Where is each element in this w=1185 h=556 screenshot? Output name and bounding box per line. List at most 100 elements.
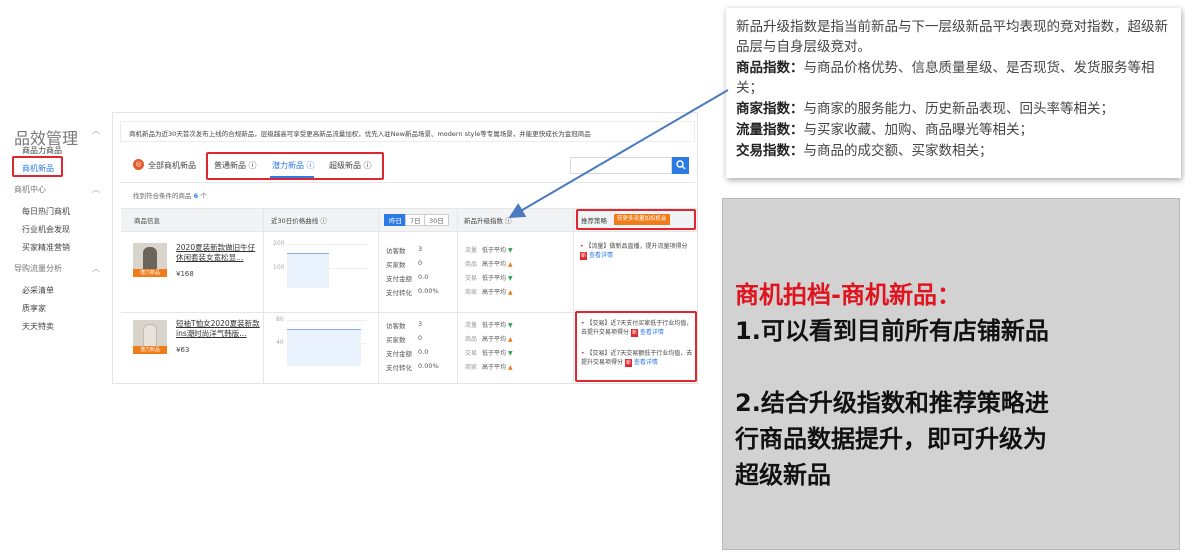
explanation-item: 商品指数：与商品价格优势、信息质量星级、是否现货、发货服务等相关；: [736, 60, 1155, 96]
stat-value: 0.00%: [418, 287, 439, 295]
index-value: 高于平均 ▲: [482, 289, 513, 296]
product-name-link[interactable]: 短袖T恤女2020夏装新款ins潮时尚洋气韩版…: [176, 319, 262, 339]
tabs-highlight-box: [206, 152, 384, 180]
index-label: 商品: [465, 336, 478, 343]
product-thumbnail[interactable]: 潜力新品: [133, 320, 167, 354]
index-value: 高于平均 ▲: [482, 261, 513, 268]
index-value: 低于平均 ▼: [482, 247, 513, 254]
view-details-link[interactable]: 查看详情: [589, 252, 613, 259]
price-area: [287, 254, 329, 288]
sidebar-item-daily-sale[interactable]: 天天特卖: [22, 321, 54, 332]
price-trend-line: [287, 253, 329, 254]
product-thumbnail[interactable]: 潜力新品: [133, 243, 167, 277]
product-photo: [143, 324, 157, 348]
trend-down-icon: ▼: [507, 322, 513, 329]
callout-point-2: 2.结合升级指数和推荐策略进: [735, 389, 1049, 417]
stat-label: 买家数: [386, 261, 406, 269]
tab-all[interactable]: 全部商机新品: [148, 160, 196, 171]
explanation-item: 流量指数：与买家收藏、加购、商品曝光等相关；: [736, 122, 1033, 138]
stat-label: 支付转化: [386, 364, 412, 372]
column-divider: [457, 208, 458, 384]
thumb-tag: 潜力新品: [133, 346, 167, 354]
callout-point-2: 行商品数据提升，即可升级为: [735, 425, 1047, 453]
col-header-price-curve: 近30日价格曲线 ⓘ: [271, 217, 327, 225]
new-badge: 新: [580, 252, 588, 260]
explanation-item: 交易指数：与商品的成交额、买家数相关；: [736, 143, 993, 159]
index-label: 流量: [465, 322, 478, 329]
callout-point-1: 1.可以看到目前所有店铺新品: [735, 317, 1049, 345]
search-icon: [675, 160, 685, 170]
product-name-link[interactable]: 2020夏装新款做旧牛仔休闲套装女宽松显…: [176, 243, 262, 263]
all-products-icon: ◎: [133, 159, 144, 170]
stat-label: 支付金额: [386, 275, 412, 283]
period-yesterday[interactable]: 昨日: [384, 214, 407, 226]
summary-callout: 商机拍档-商机新品： 1.可以看到目前所有店铺新品 2.结合升级指数和推荐策略进…: [722, 198, 1180, 550]
grid-line: [287, 320, 367, 321]
stat-value: 0.00%: [418, 362, 439, 370]
index-label: 交易: [465, 275, 478, 282]
strategy-item: • 【流量】做新品直播，提升流量项得分 新 查看详情: [580, 243, 688, 260]
stat-value: 3: [418, 320, 423, 328]
trend-up-icon: ▲: [507, 336, 513, 343]
y-tick: 80: [276, 316, 284, 323]
index-label: 商家: [465, 289, 478, 296]
index-value: 低于平均 ▼: [482, 275, 513, 282]
stat-value: 3: [418, 245, 423, 253]
price-trend-line: [287, 329, 361, 330]
column-divider: [378, 208, 379, 384]
stat-label: 支付转化: [386, 289, 412, 297]
chevron-up-icon: ︿: [92, 264, 100, 273]
trend-down-icon: ▼: [507, 247, 513, 254]
callout-title: 商机拍档-商机新品：: [735, 281, 961, 309]
search-input[interactable]: [570, 157, 672, 174]
sidebar-group-guide-traffic[interactable]: 导购流量分析 ︿: [14, 263, 100, 274]
sidebar-item-product-power[interactable]: 商品力商品: [22, 145, 62, 156]
product-photo: [143, 247, 157, 271]
divider: [120, 182, 695, 183]
chevron-up-icon: ︿: [92, 185, 100, 194]
y-tick: 200: [273, 240, 285, 247]
chevron-up-icon: ︿: [92, 126, 100, 135]
y-tick: 40: [276, 339, 284, 346]
sidebar-item-daily-hot[interactable]: 每日热门商机: [22, 206, 70, 217]
index-label: 交易: [465, 350, 478, 357]
stat-label: 买家数: [386, 336, 406, 344]
grid-line: [287, 244, 367, 245]
stat-value: 0: [418, 259, 423, 267]
thumb-tag: 潜力新品: [133, 269, 167, 277]
y-tick: 100: [273, 264, 285, 271]
price-area: [287, 330, 361, 366]
stat-label: 支付金额: [386, 350, 412, 358]
stat-label: 访客数: [386, 247, 406, 255]
explanation-item: 商家指数：与商家的服务能力、历史新品表现、回头率等相关；: [736, 101, 1114, 117]
stat-value: 0.0: [418, 348, 429, 356]
sidebar-group-opportunity-center[interactable]: 商机中心 ︿: [14, 184, 100, 195]
index-label: 商品: [465, 261, 478, 268]
trend-up-icon: ▲: [507, 261, 513, 268]
period-30d[interactable]: 30日: [424, 214, 449, 226]
index-value: 高于平均 ▲: [482, 364, 513, 371]
index-value: 低于平均 ▼: [482, 350, 513, 357]
sidebar-item-buyer-marketing[interactable]: 买家精准营销: [22, 242, 70, 253]
stat-value: 0: [418, 334, 423, 342]
notice-banner: 商机新品为近30天首次发布上线的合规新品，层级越高可享受更高新品流量加权，优先入…: [120, 121, 695, 142]
col-header-upgrade-index: 新品升级指数 ⓘ: [464, 217, 512, 225]
stat-value: 0.0: [418, 273, 429, 281]
search-button[interactable]: [672, 157, 689, 174]
strategy-highlight-box: [575, 311, 697, 382]
stat-label: 访客数: [386, 322, 406, 330]
column-divider: [263, 208, 264, 384]
column-divider: [573, 208, 574, 384]
sidebar-item-quality-home[interactable]: 质享家: [22, 303, 46, 314]
sidebar-highlight-box: [12, 156, 63, 177]
sidebar-item-must-buy[interactable]: 必采清单: [22, 285, 54, 296]
period-7d[interactable]: 7日: [405, 214, 426, 226]
callout-point-2: 超级新品: [735, 461, 831, 489]
bullet-icon: •: [580, 243, 584, 250]
sidebar-item-industry-discovery[interactable]: 行业机会发现: [22, 224, 70, 235]
result-count: 找到符合条件的商品 6 个: [133, 192, 207, 200]
trend-up-icon: ▲: [507, 364, 513, 371]
index-value: 低于平均 ▼: [482, 322, 513, 329]
trend-up-icon: ▲: [507, 289, 513, 296]
product-price: ¥168: [176, 270, 194, 278]
